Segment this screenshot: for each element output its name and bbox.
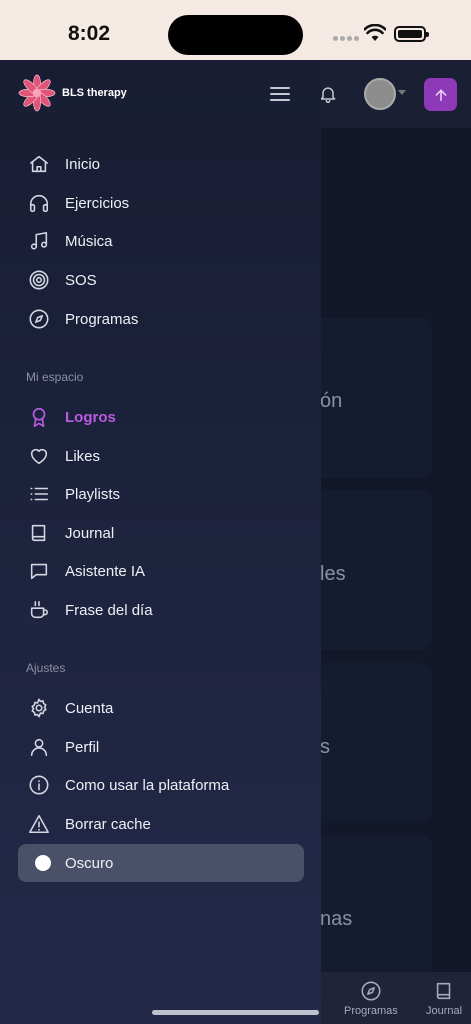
menu-item-como-usar[interactable]: Como usar la plataforma bbox=[18, 766, 304, 804]
menu-item-sos[interactable]: SOS bbox=[18, 261, 304, 299]
side-drawer: BLS therapy Inicio Ejercicios Música SOS… bbox=[0, 60, 321, 1024]
brand[interactable]: BLS therapy bbox=[18, 74, 127, 112]
menu-item-inicio[interactable]: Inicio bbox=[18, 145, 304, 183]
menu-item-asistente-ia[interactable]: Asistente IA bbox=[18, 552, 304, 590]
menu-item-frase-del-dia[interactable]: Frase del día bbox=[18, 591, 304, 629]
menu-item-journal[interactable]: Journal bbox=[18, 514, 304, 552]
theme-toggle-row[interactable]: Oscuro bbox=[18, 844, 304, 882]
section-title-mi-espacio: Mi espacio bbox=[26, 370, 84, 384]
menu-item-likes[interactable]: Likes bbox=[18, 437, 304, 475]
status-bar: 8:02 bbox=[0, 0, 471, 60]
user-icon bbox=[27, 735, 51, 759]
menu-item-label: Borrar cache bbox=[65, 815, 151, 833]
warning-icon bbox=[27, 812, 51, 836]
bottom-nav-label: Journal bbox=[426, 1005, 463, 1017]
menu-item-label: Música bbox=[65, 232, 113, 250]
info-icon bbox=[27, 773, 51, 797]
menu-item-label: Como usar la plataforma bbox=[65, 776, 230, 794]
menu-item-ejercicios[interactable]: Ejercicios bbox=[18, 184, 304, 222]
book-icon bbox=[436, 982, 451, 1000]
menu-item-playlists[interactable]: Playlists bbox=[18, 475, 304, 513]
background-card-title: nas bbox=[320, 908, 353, 930]
menu-item-programas[interactable]: Programas bbox=[18, 300, 304, 338]
menu-item-label: Inicio bbox=[65, 155, 101, 173]
menu-item-logros[interactable]: Logros bbox=[18, 398, 304, 436]
award-icon bbox=[27, 405, 51, 429]
home-indicator bbox=[152, 1010, 319, 1015]
bell-icon[interactable] bbox=[318, 84, 338, 104]
bottom-nav-programas[interactable]: Programas bbox=[344, 980, 398, 1017]
compass-icon bbox=[361, 981, 381, 1001]
avatar[interactable] bbox=[364, 78, 396, 110]
lotus-logo-icon bbox=[18, 74, 56, 112]
heart-icon bbox=[27, 444, 51, 468]
wifi-icon bbox=[364, 24, 386, 41]
menu-item-musica[interactable]: Música bbox=[18, 222, 304, 260]
arrow-up-icon bbox=[435, 89, 446, 101]
menu-item-label: Likes bbox=[65, 447, 101, 465]
target-icon bbox=[27, 268, 51, 292]
status-time: 8:02 bbox=[68, 22, 111, 45]
menu-item-label: Ejercicios bbox=[65, 194, 130, 212]
menu-item-label: Logros bbox=[65, 408, 116, 426]
menu-item-label: Cuenta bbox=[65, 699, 114, 717]
section-title-ajustes: Ajustes bbox=[26, 661, 66, 675]
menu-item-label: Journal bbox=[65, 524, 115, 542]
menu-item-borrar-cache[interactable]: Borrar cache bbox=[18, 805, 304, 843]
headphones-icon bbox=[27, 191, 51, 215]
background-card-title: les bbox=[320, 563, 346, 585]
signal-dots-icon bbox=[333, 36, 359, 42]
brand-name: BLS therapy bbox=[62, 87, 127, 99]
bottom-nav-journal[interactable]: Journal bbox=[426, 980, 462, 1017]
theme-toggle-label: Oscuro bbox=[65, 854, 114, 872]
menu-item-perfil[interactable]: Perfil bbox=[18, 728, 304, 766]
menu-item-label: Playlists bbox=[65, 485, 121, 503]
home-icon bbox=[27, 152, 51, 176]
upload-button[interactable] bbox=[424, 78, 457, 111]
menu-item-label: Asistente IA bbox=[65, 562, 146, 580]
coffee-cup-icon bbox=[27, 598, 51, 622]
book-icon bbox=[27, 521, 51, 545]
gear-icon bbox=[27, 696, 51, 720]
menu-icon[interactable] bbox=[270, 87, 292, 101]
background-card-title: ón bbox=[320, 390, 343, 412]
bottom-nav-label: Programas bbox=[344, 1005, 398, 1017]
music-note-icon bbox=[27, 229, 51, 253]
dynamic-island bbox=[168, 15, 303, 55]
chat-icon bbox=[27, 559, 51, 583]
chevron-down-icon[interactable] bbox=[398, 90, 406, 95]
menu-item-cuenta[interactable]: Cuenta bbox=[18, 689, 304, 727]
battery-icon bbox=[394, 26, 429, 42]
background-card-title: s bbox=[320, 736, 330, 758]
dark-mode-toggle[interactable] bbox=[27, 851, 51, 875]
menu-item-label: Programas bbox=[65, 310, 139, 328]
compass-icon bbox=[27, 307, 51, 331]
menu-item-label: SOS bbox=[65, 271, 97, 289]
menu-item-label: Perfil bbox=[65, 738, 100, 756]
list-icon bbox=[27, 482, 51, 506]
menu-item-label: Frase del día bbox=[65, 601, 153, 619]
